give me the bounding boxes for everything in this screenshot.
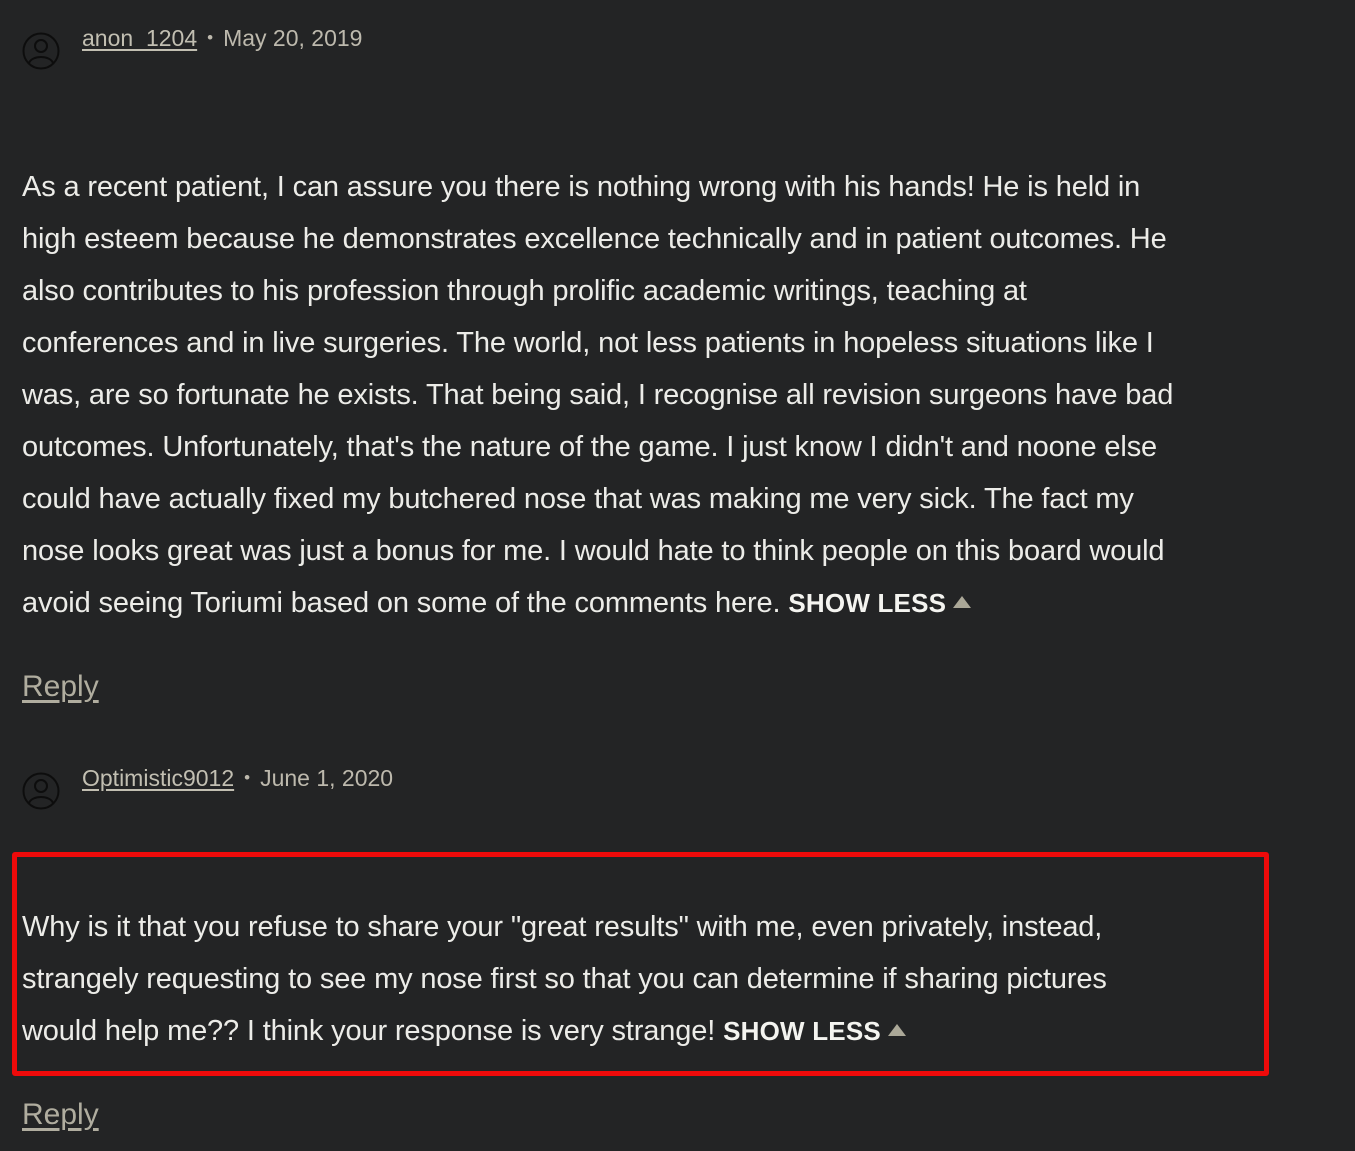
reply-link[interactable]: Reply [22,1098,99,1132]
comment-meta: anon_1204 • May 20, 2019 [22,24,363,70]
comment-date: June 1, 2020 [260,765,394,791]
comment-last-line: would help me?? I think your response is… [22,1005,1107,1057]
triangle-up-icon[interactable] [887,1024,906,1036]
comment-line: high esteem because he demonstrates exce… [22,223,1167,255]
user-avatar-icon [22,772,60,810]
comment-line: was, are so fortunate he exists. That be… [22,379,1174,411]
comment-line: would help me?? I think your response is… [22,1015,716,1047]
show-less-label[interactable]: SHOW LESS [723,1016,881,1046]
show-less-button[interactable]: SHOW LESS [788,588,972,618]
user-avatar-icon [22,32,60,70]
comment-line: strangely requesting to see my nose firs… [22,963,1107,995]
comment-line: As a recent patient, I can assure you th… [22,171,1141,203]
comment-line: avoid seeing Toriumi based on some of th… [22,587,781,619]
comment-last-line: avoid seeing Toriumi based on some of th… [22,577,1173,629]
triangle-up-icon[interactable] [953,596,972,608]
comment-line: outcomes. Unfortunately, that's the natu… [22,431,1158,463]
comment-line: conferences and in live surgeries. The w… [22,327,1154,359]
meta-separator: • [244,768,251,787]
comment-line: nose looks great was just a bonus for me… [22,535,1165,567]
comment-line: also contributes to his profession throu… [22,275,1027,307]
reply-link[interactable]: Reply [22,670,99,704]
comment-body: Why is it that you refuse to share your … [22,901,1107,1057]
author-link[interactable]: anon_1204 [82,24,197,52]
comment-line: could have actually fixed my butchered n… [22,483,1134,515]
author-link[interactable]: Optimistic9012 [82,764,234,792]
meta-separator: • [207,28,214,47]
comments-page: anon_1204 • May 20, 2019 As a recent pat… [0,0,1355,1151]
comment-line: Why is it that you refuse to share your … [22,911,1103,943]
show-less-button[interactable]: SHOW LESS [723,1016,906,1046]
show-less-label[interactable]: SHOW LESS [788,588,946,618]
comment-body: As a recent patient, I can assure you th… [22,161,1173,629]
comment-meta: Optimistic9012 • June 1, 2020 [22,764,394,810]
comment-date: May 20, 2019 [223,25,363,51]
